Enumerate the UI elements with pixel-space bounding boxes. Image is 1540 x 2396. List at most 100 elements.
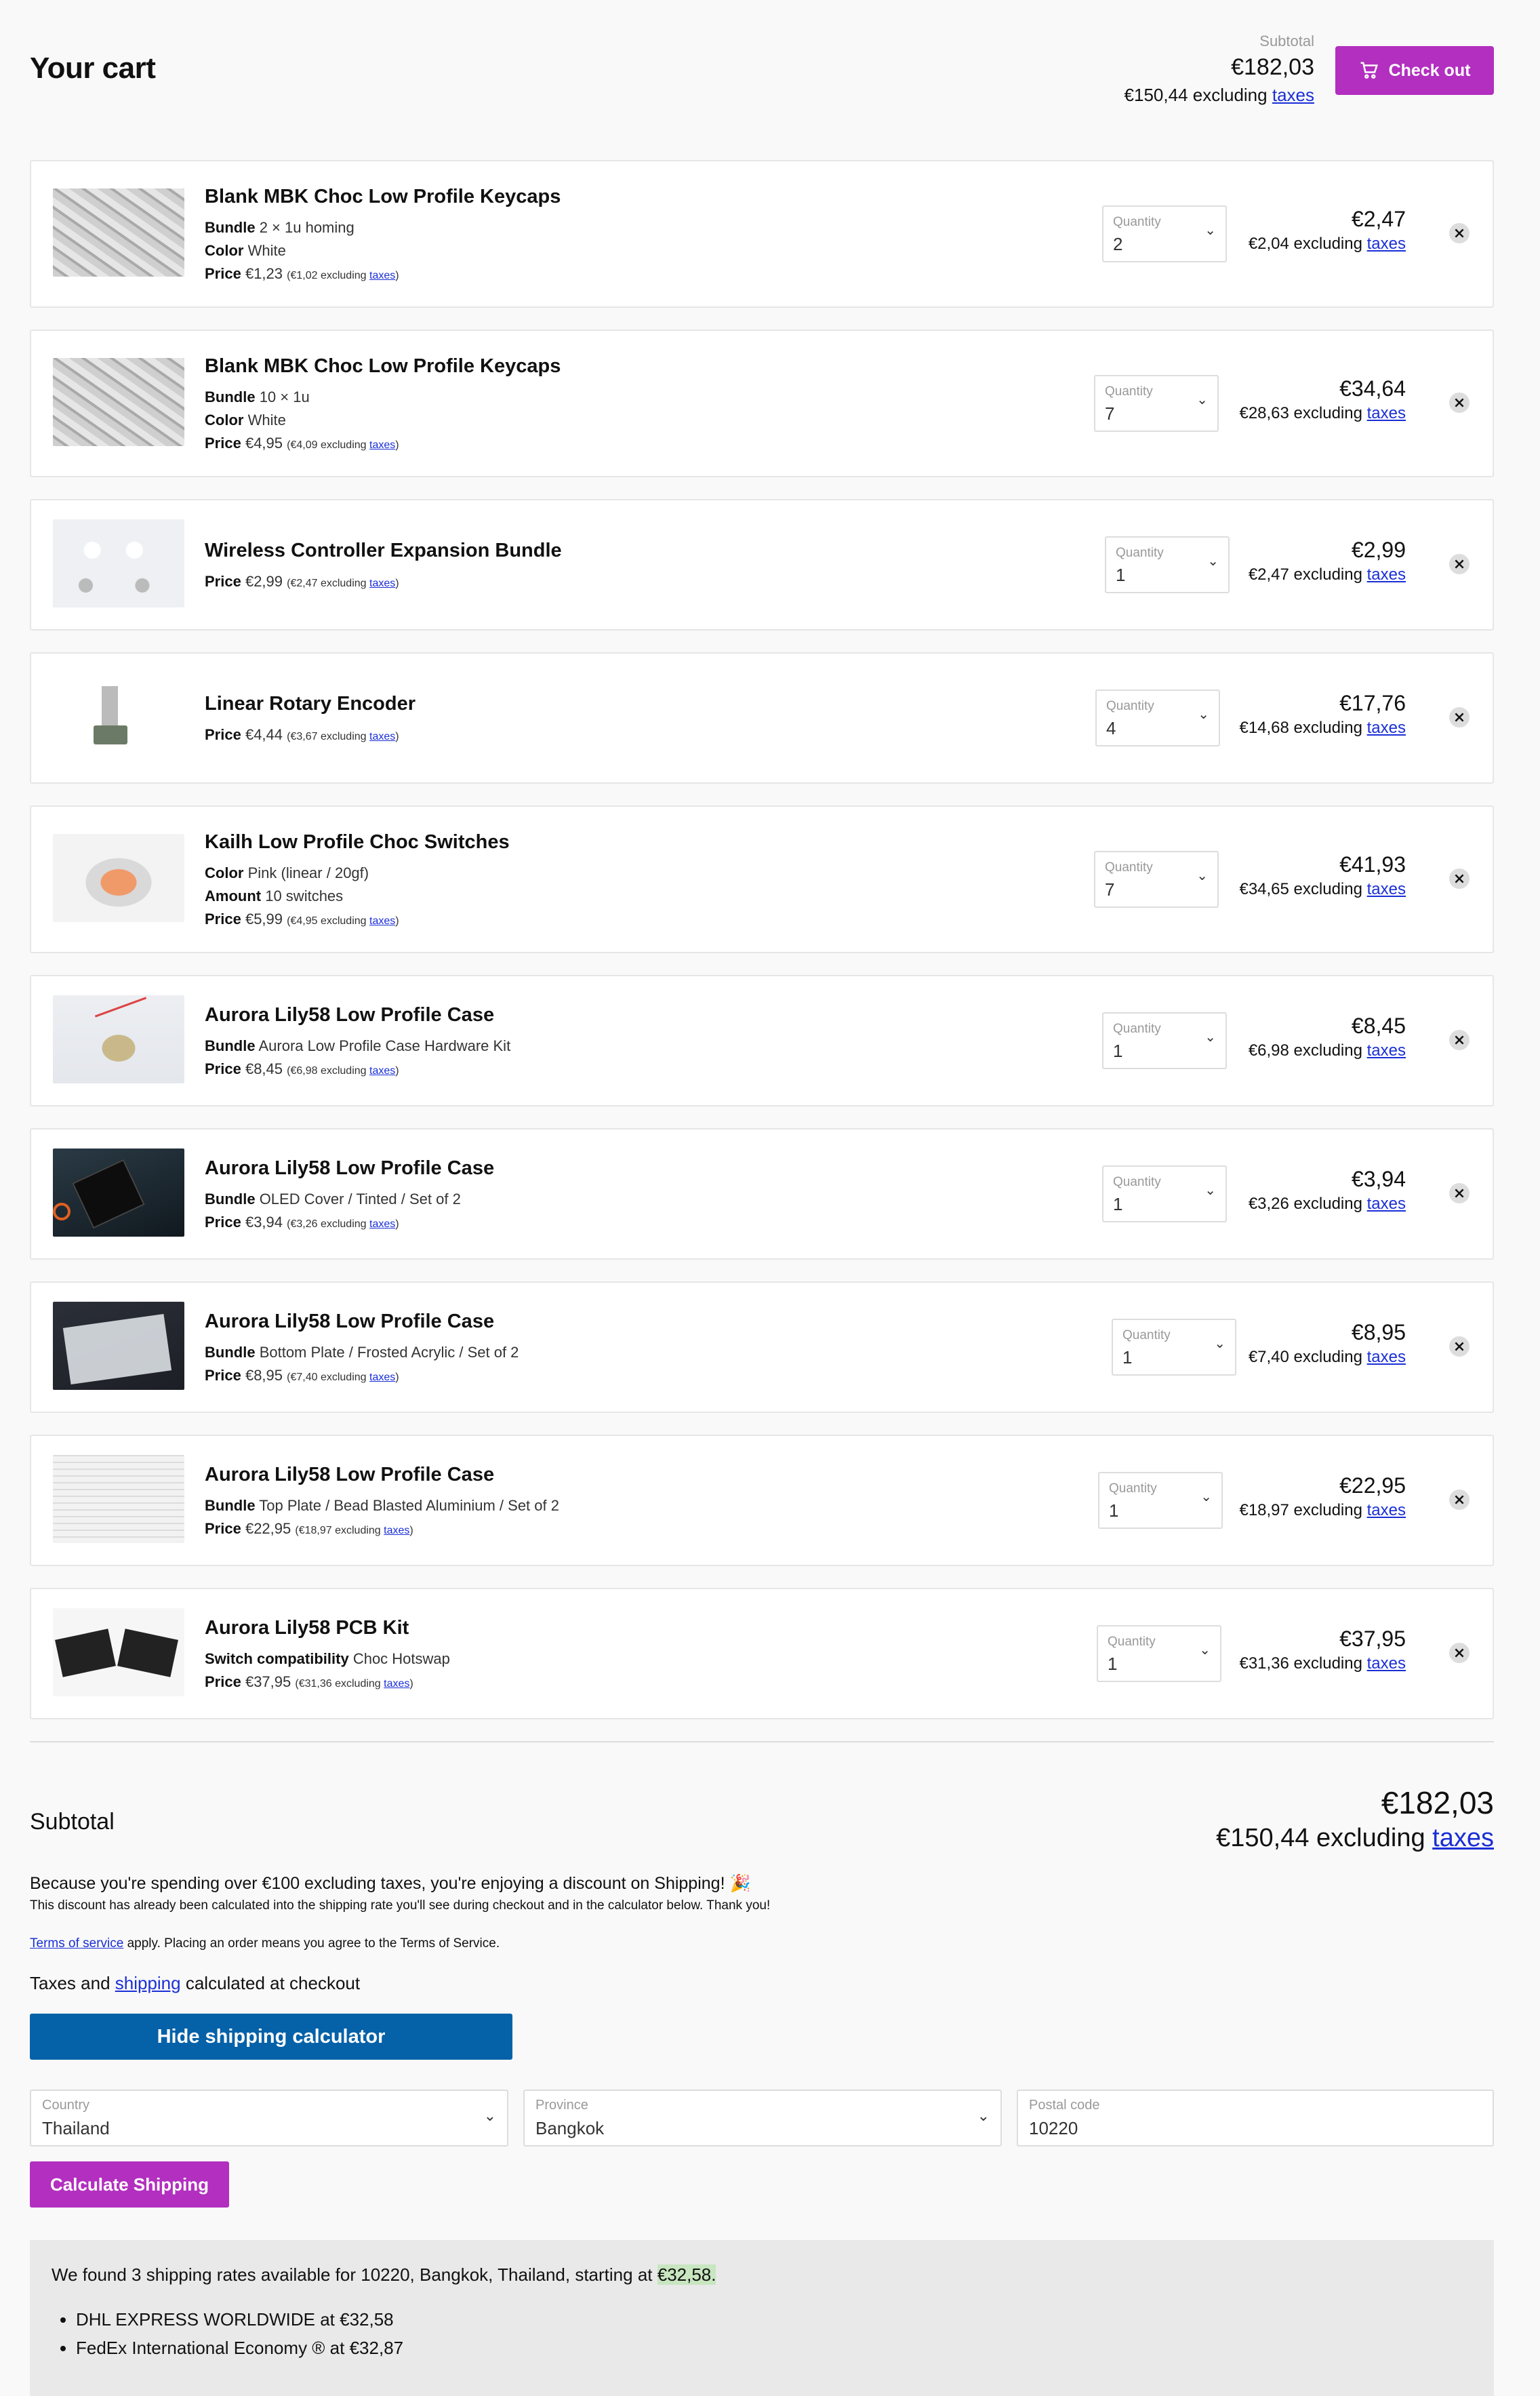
- item-total-excluding: €2,47 excluding taxes: [1249, 565, 1406, 584]
- product-image[interactable]: [53, 358, 184, 446]
- taxes-link[interactable]: taxes: [1367, 1041, 1406, 1060]
- unit-price-value: €8,95: [245, 1367, 283, 1384]
- item-total: €37,95 €31,36 excluding taxes: [1239, 1626, 1406, 1673]
- product-name[interactable]: Kailh Low Profile Choc Switches: [205, 831, 510, 854]
- item-option: Color Pink (linear / 20gf): [205, 862, 510, 885]
- quantity-select[interactable]: Quantity 1 ⌄: [1112, 1319, 1236, 1376]
- quantity-label: Quantity: [1105, 860, 1153, 875]
- taxes-link[interactable]: taxes: [384, 1678, 409, 1690]
- product-name[interactable]: Aurora Lily58 PCB Kit: [205, 1617, 450, 1639]
- product-image[interactable]: [53, 673, 184, 761]
- unit-price-excluding: (€18,97 excluding taxes): [295, 1525, 413, 1536]
- taxes-link[interactable]: taxes: [369, 1372, 395, 1383]
- option-value: White: [247, 242, 286, 259]
- item-total-amount: €8,45: [1351, 1014, 1406, 1038]
- option-key: Bundle: [205, 1037, 256, 1054]
- product-image[interactable]: [53, 1149, 184, 1237]
- taxes-link[interactable]: taxes: [1367, 1348, 1406, 1366]
- product-image[interactable]: [53, 1302, 184, 1390]
- product-name[interactable]: Linear Rotary Encoder: [205, 693, 416, 715]
- product-name[interactable]: Aurora Lily58 Low Profile Case: [205, 1157, 494, 1180]
- cart-item: Blank MBK Choc Low Profile Keycaps Bundl…: [30, 330, 1494, 477]
- taxes-link[interactable]: taxes: [1367, 880, 1406, 898]
- product-image[interactable]: [53, 1455, 184, 1543]
- remove-item-button[interactable]: [1449, 1336, 1470, 1357]
- shipping-link[interactable]: shipping: [115, 1973, 181, 1993]
- remove-item-button[interactable]: [1449, 1490, 1470, 1510]
- taxes-link[interactable]: taxes: [1367, 719, 1406, 737]
- quantity-select[interactable]: Quantity 4 ⌄: [1095, 690, 1220, 746]
- taxes-link[interactable]: taxes: [1272, 85, 1314, 105]
- product-image[interactable]: [53, 1608, 184, 1696]
- product-image[interactable]: [53, 995, 184, 1083]
- option-value: OLED Cover / Tinted / Set of 2: [259, 1191, 461, 1207]
- remove-item-button[interactable]: [1449, 223, 1470, 243]
- product-name[interactable]: Aurora Lily58 Low Profile Case: [205, 1464, 559, 1486]
- quantity-select[interactable]: Quantity 7 ⌄: [1094, 375, 1219, 432]
- quantity-value: 7: [1105, 879, 1115, 900]
- item-total-excluding: €6,98 excluding taxes: [1249, 1041, 1406, 1060]
- postal-code-value: 10220: [1029, 2118, 1078, 2138]
- remove-item-button[interactable]: [1449, 1030, 1470, 1050]
- quantity-value: 1: [1109, 1500, 1119, 1521]
- taxes-link[interactable]: taxes: [369, 270, 395, 281]
- country-select[interactable]: Country Thailand ⌄: [30, 2090, 508, 2147]
- quantity-select[interactable]: Quantity 1 ⌄: [1102, 1012, 1227, 1069]
- product-name[interactable]: Blank MBK Choc Low Profile Keycaps: [205, 186, 561, 208]
- unit-price-excluding-text: (€18,97 excluding: [295, 1525, 381, 1536]
- quantity-value: 1: [1122, 1347, 1133, 1367]
- item-total: €8,45 €6,98 excluding taxes: [1249, 1014, 1406, 1060]
- country-label: Country: [42, 2098, 90, 2113]
- chevron-down-icon: ⌄: [1199, 1643, 1211, 1658]
- quantity-value: 2: [1113, 234, 1123, 254]
- taxes-link[interactable]: taxes: [369, 915, 395, 927]
- taxes-link[interactable]: taxes: [384, 1525, 409, 1536]
- product-name[interactable]: Wireless Controller Expansion Bundle: [205, 540, 562, 562]
- product-name[interactable]: Aurora Lily58 Low Profile Case: [205, 1004, 510, 1026]
- subtotal-excluding-text: €150,44 excluding: [1124, 85, 1268, 105]
- taxes-link[interactable]: taxes: [369, 578, 395, 589]
- taxes-link[interactable]: taxes: [369, 731, 395, 742]
- taxes-link[interactable]: taxes: [1367, 1195, 1406, 1213]
- product-image[interactable]: [53, 519, 184, 607]
- taxes-link[interactable]: taxes: [369, 1065, 395, 1077]
- remove-item-button[interactable]: [1449, 1183, 1470, 1203]
- hide-shipping-calculator-button[interactable]: Hide shipping calculator: [30, 2014, 512, 2060]
- taxes-link[interactable]: taxes: [369, 439, 395, 451]
- remove-item-button[interactable]: [1449, 707, 1470, 727]
- unit-price-excluding-text: (€4,09 excluding: [287, 439, 367, 451]
- product-image[interactable]: [53, 834, 184, 922]
- quantity-select[interactable]: Quantity 2 ⌄: [1102, 205, 1227, 262]
- remove-item-button[interactable]: [1449, 393, 1470, 413]
- remove-item-button[interactable]: [1449, 868, 1470, 889]
- chevron-down-icon: ⌄: [1198, 707, 1209, 722]
- product-name[interactable]: Aurora Lily58 Low Profile Case: [205, 1311, 519, 1333]
- footer-taxes-link[interactable]: taxes: [1432, 1824, 1494, 1852]
- item-option: Bundle 10 × 1u: [205, 386, 561, 409]
- page-title: Your cart: [30, 52, 156, 85]
- quantity-select[interactable]: Quantity 1 ⌄: [1097, 1625, 1221, 1682]
- item-unit-price: Price €22,95 (€18,97 excluding taxes): [205, 1517, 559, 1542]
- taxes-link[interactable]: taxes: [1367, 565, 1406, 584]
- product-image[interactable]: [53, 188, 184, 277]
- quantity-select[interactable]: Quantity 7 ⌄: [1094, 851, 1219, 908]
- taxes-link[interactable]: taxes: [1367, 1654, 1406, 1673]
- taxes-link[interactable]: taxes: [1367, 235, 1406, 253]
- taxes-link[interactable]: taxes: [1367, 404, 1406, 422]
- quantity-select[interactable]: Quantity 1 ⌄: [1105, 536, 1230, 593]
- remove-item-button[interactable]: [1449, 1643, 1470, 1663]
- taxes-link[interactable]: taxes: [369, 1218, 395, 1230]
- tos-link[interactable]: Terms of service: [30, 1936, 123, 1951]
- province-select[interactable]: Province Bangkok ⌄: [523, 2090, 1002, 2147]
- option-value: Choc Hotswap: [352, 1650, 450, 1667]
- postal-code-field[interactable]: Postal code 10220: [1017, 2090, 1494, 2147]
- quantity-select[interactable]: Quantity 1 ⌄: [1102, 1165, 1227, 1222]
- item-total: €41,93 €34,65 excluding taxes: [1239, 852, 1406, 899]
- checkout-button[interactable]: Check out: [1335, 46, 1494, 95]
- item-info: Blank MBK Choc Low Profile Keycaps Bundl…: [205, 186, 561, 287]
- taxes-link[interactable]: taxes: [1367, 1501, 1406, 1519]
- quantity-select[interactable]: Quantity 1 ⌄: [1098, 1472, 1223, 1529]
- calculate-shipping-button[interactable]: Calculate Shipping: [30, 2161, 229, 2208]
- product-name[interactable]: Blank MBK Choc Low Profile Keycaps: [205, 355, 561, 378]
- remove-item-button[interactable]: [1449, 554, 1470, 574]
